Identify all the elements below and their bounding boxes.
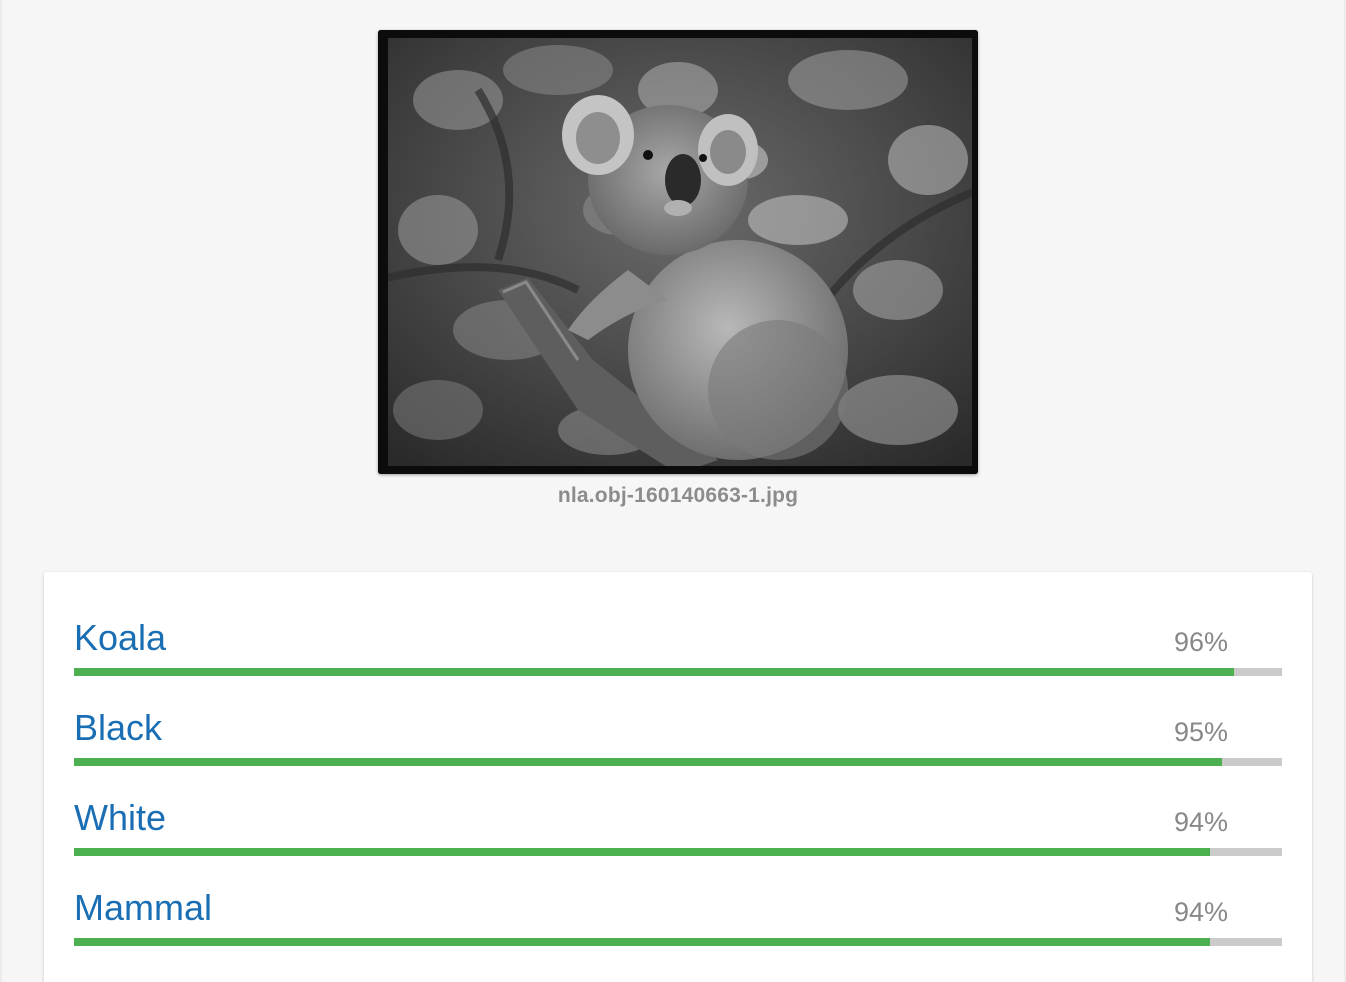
label-name[interactable]: Koala	[74, 616, 166, 660]
score-bar-fill	[74, 938, 1210, 946]
label-score: 94%	[1173, 807, 1228, 837]
labels-card: Koala 96% Black 95% White 94% Mammal 94%	[44, 572, 1312, 982]
score-bar-track	[74, 668, 1282, 676]
score-bar-track	[74, 848, 1282, 856]
page: nla.obj-160140663-1.jpg Koala 96% Black …	[0, 0, 1346, 982]
image-filename: nla.obj-160140663-1.jpg	[557, 484, 799, 507]
label-name[interactable]: Mammal	[74, 886, 212, 930]
label-score: 96%	[1173, 627, 1228, 657]
score-bar-track	[74, 758, 1282, 766]
label-row: White 94%	[74, 796, 1282, 866]
score-bar-track	[74, 938, 1282, 946]
score-bar-fill	[74, 668, 1234, 676]
koala-photo	[378, 30, 978, 474]
label-row: Koala 96%	[74, 616, 1282, 686]
score-bar-fill	[74, 758, 1222, 766]
score-bar-fill	[74, 848, 1210, 856]
label-name[interactable]: White	[74, 796, 166, 840]
label-name[interactable]: Black	[74, 706, 162, 750]
label-score: 94%	[1173, 897, 1228, 927]
label-row: Black 95%	[74, 706, 1282, 776]
label-score: 95%	[1173, 717, 1228, 747]
label-row: Mammal 94%	[74, 886, 1282, 956]
